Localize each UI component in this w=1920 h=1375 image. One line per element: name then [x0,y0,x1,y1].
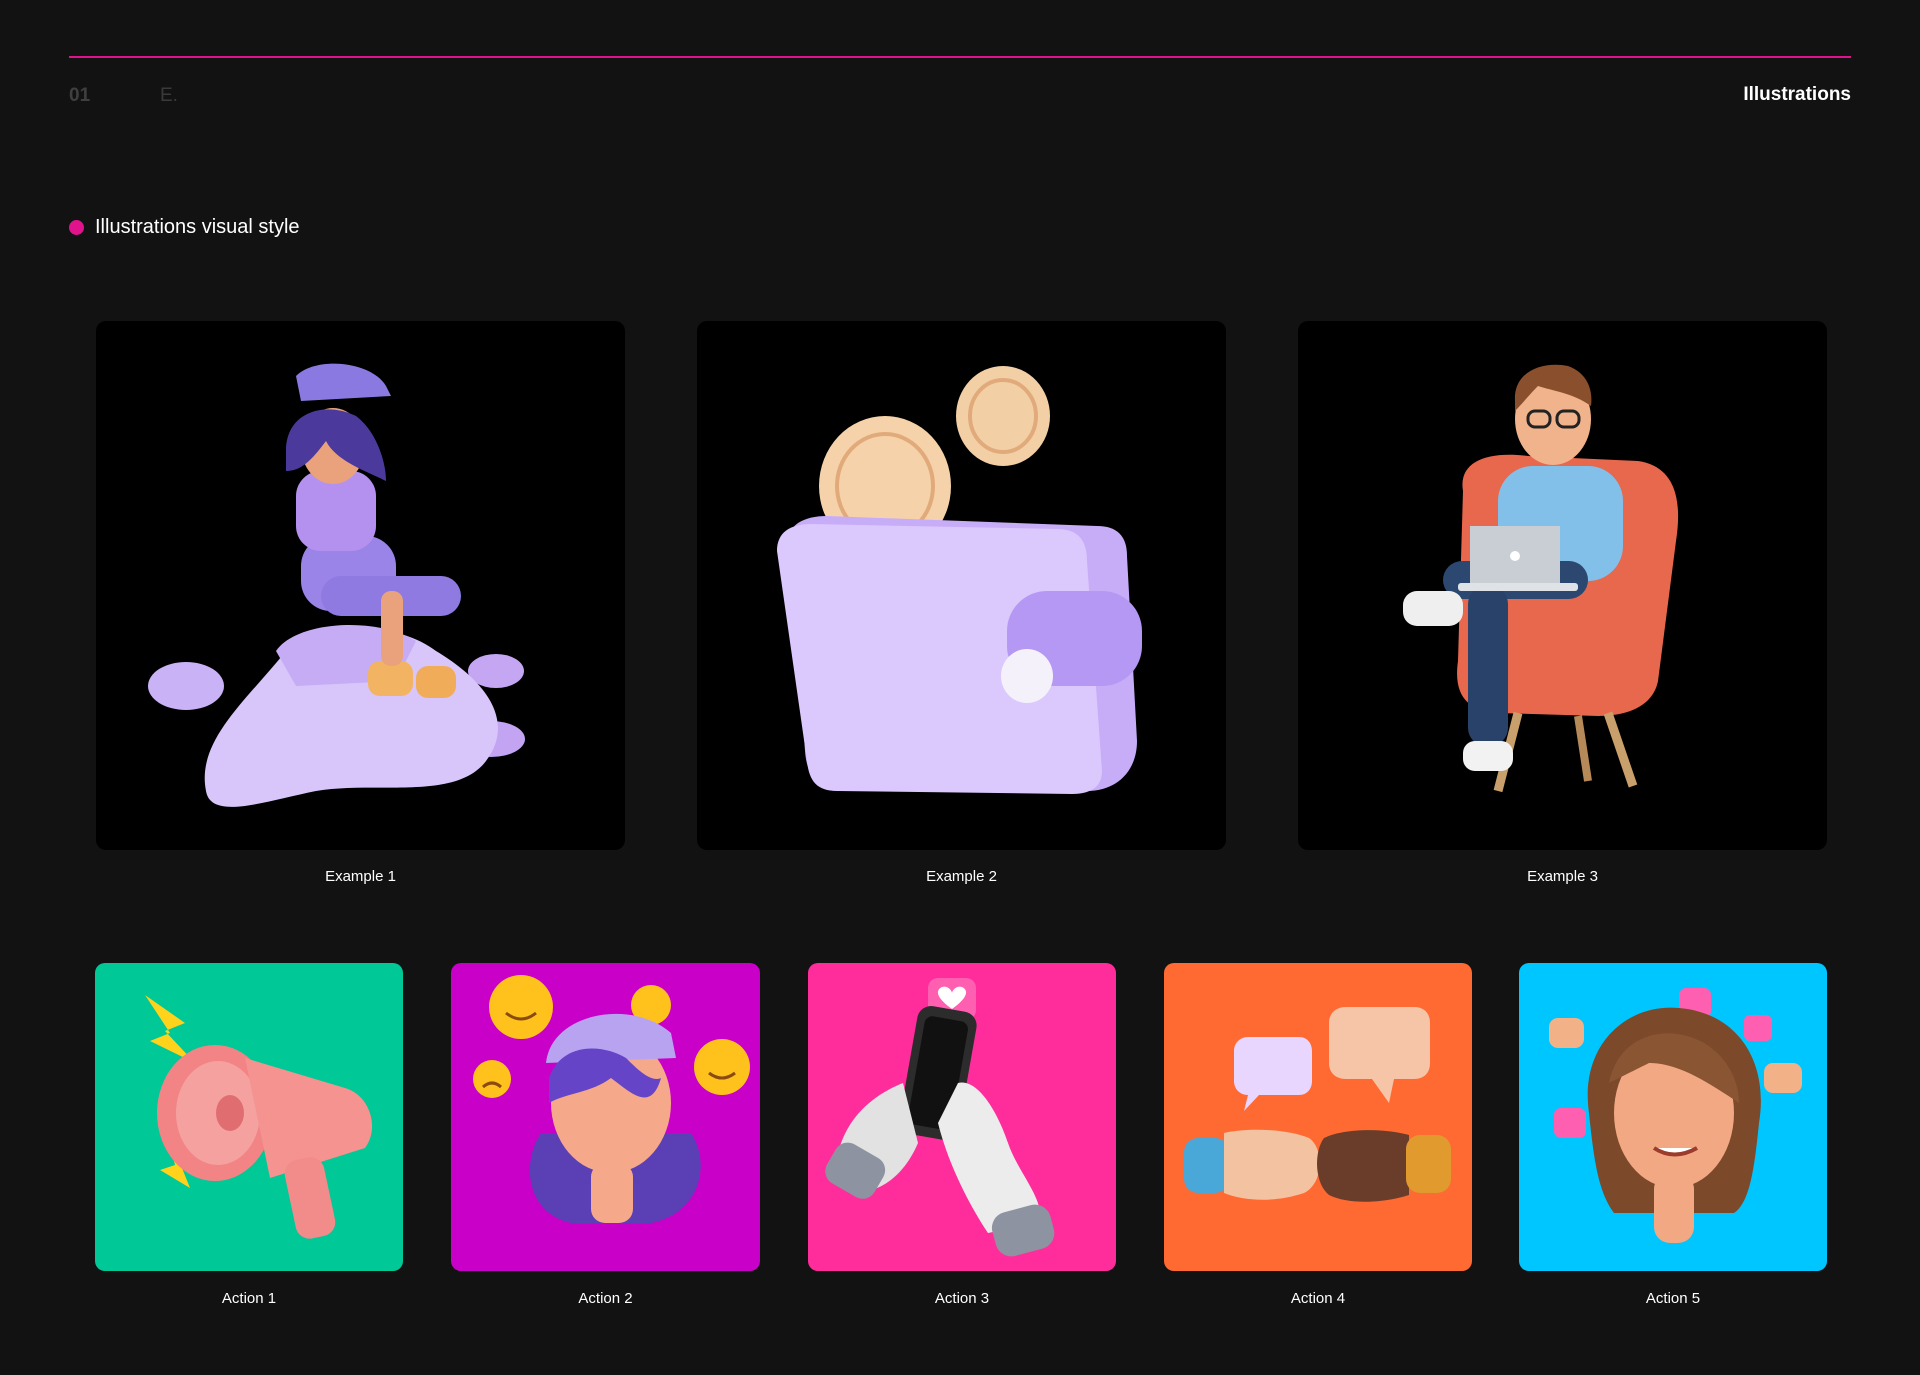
example-card-2[interactable] [697,321,1226,850]
action-caption-5: Action 5 [1645,1290,1701,1307]
fist-bump-illustration [1184,1007,1451,1202]
girl-with-emojis-illustration [473,975,750,1223]
action-caption-2: Action 2 [578,1290,633,1307]
subhead-label: Illustrations visual style [95,216,300,238]
action-caption-1: Action 1 [221,1290,277,1307]
action-caption-4: Action 4 [1290,1290,1346,1307]
brand-mark: E. [160,85,178,106]
megaphone-illustration [145,995,373,1239]
top-divider [69,56,1851,58]
action-card-4[interactable] [1164,963,1472,1271]
example-caption-3: Example 3 [1527,868,1598,885]
example-card-1[interactable] [96,321,625,850]
man-in-armchair-with-laptop-illustration [1403,364,1679,793]
bullet-dot [69,220,84,235]
subhead: Illustrations visual style [69,216,300,239]
wallet-with-coins-illustration [777,366,1142,794]
girl-sitting-on-blob-illustration [148,363,525,807]
section-title: Illustrations [1743,84,1851,105]
woman-with-likes-illustration [1549,988,1802,1243]
example-card-3[interactable] [1298,321,1827,850]
action-card-3[interactable] [808,963,1116,1271]
action-caption-3: Action 3 [934,1290,990,1307]
example-caption-1: Example 1 [325,868,396,885]
action-card-1[interactable] [95,963,403,1271]
action-card-2[interactable] [451,963,760,1271]
page-number: 01 [69,85,91,106]
example-caption-2: Example 2 [926,868,997,885]
hands-with-phone-illustration [825,978,1055,1257]
action-card-5[interactable] [1519,963,1827,1271]
